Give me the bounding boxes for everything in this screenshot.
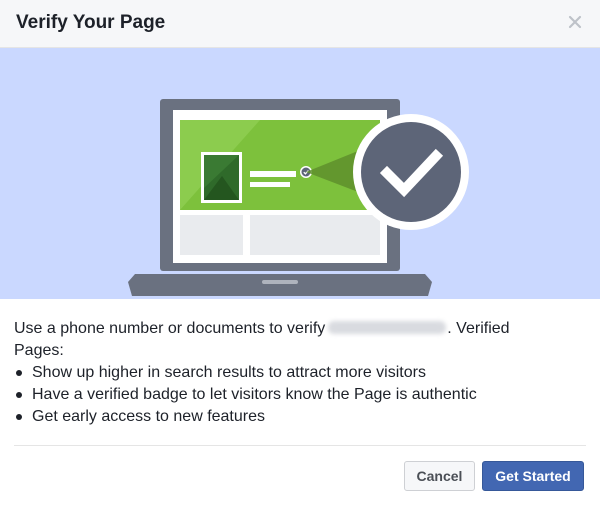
close-icon[interactable] [566,13,584,31]
feature-list: Show up higher in search results to attr… [14,362,586,428]
intro-text-start: Use a phone number or documents to verif… [14,320,326,337]
feature-item: Have a verified badge to let visitors kn… [14,384,586,406]
get-started-button[interactable]: Get Started [482,461,584,491]
hero-illustration [0,48,600,299]
checkmark-icon [361,122,461,222]
dialog-header: Verify Your Page [0,0,600,48]
intro-text-end: . Verified [447,320,510,337]
redacted-page-name [328,321,447,334]
dialog-body: Use a phone number or documents to verif… [14,318,586,428]
intro-text-line2: Pages: [14,342,64,359]
cancel-button[interactable]: Cancel [404,461,475,491]
dialog-title: Verify Your Page [16,12,166,33]
laptop-illustration [0,48,600,299]
footer-divider [14,445,586,446]
verify-page-dialog: Verify Your Page Use a phone number or d… [0,0,600,506]
laptop-base [128,274,432,296]
feature-item: Get early access to new features [14,406,586,428]
feature-item: Show up higher in search results to attr… [14,362,586,384]
intro-text: Use a phone number or documents to verif… [14,318,586,340]
